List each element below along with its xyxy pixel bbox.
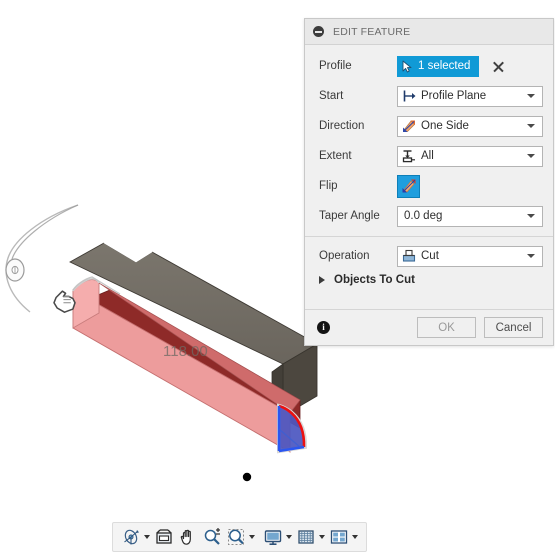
toolbar-pan[interactable] xyxy=(176,525,200,549)
cancel-button[interactable]: Cancel xyxy=(484,317,543,338)
navigation-toolbar[interactable] xyxy=(112,522,367,552)
flip-arrows-icon xyxy=(402,179,415,193)
dialog-body: Profile 1 selected Start Profile Plane D… xyxy=(305,45,553,309)
info-circle-icon[interactable]: i xyxy=(317,321,330,334)
row-start: Start Profile Plane xyxy=(305,81,553,111)
cut-operation-icon xyxy=(402,249,416,262)
start-value: Profile Plane xyxy=(421,90,487,102)
direction-dropdown[interactable]: One Side xyxy=(397,115,543,137)
chevron-down-icon[interactable] xyxy=(286,535,292,539)
close-x-icon[interactable] xyxy=(492,60,505,73)
flip-toggle-button[interactable] xyxy=(397,174,420,198)
operation-label: Operation xyxy=(319,250,370,262)
row-flip: Flip xyxy=(305,171,553,201)
dialog-title: EDIT FEATURE xyxy=(333,25,411,38)
chevron-down-icon[interactable] xyxy=(249,535,255,539)
toolbar-zoom[interactable] xyxy=(200,525,224,549)
dialog-footer: i OK Cancel xyxy=(305,309,553,345)
direction-value: One Side xyxy=(421,120,469,132)
chevron-down-icon[interactable] xyxy=(527,254,535,258)
taper-angle-input[interactable]: 0.0 deg xyxy=(397,205,543,227)
row-direction: Direction One Side xyxy=(305,111,553,141)
taper-angle-value: 0.0 deg xyxy=(404,210,443,222)
chevron-down-icon[interactable] xyxy=(527,214,535,218)
operation-value: Cut xyxy=(421,250,439,262)
extent-dropdown[interactable]: All xyxy=(397,145,543,167)
chevron-down-icon[interactable] xyxy=(144,535,150,539)
row-taper-angle: Taper Angle 0.0 deg xyxy=(305,201,553,231)
dialog-divider xyxy=(305,236,553,237)
minus-circle-icon[interactable] xyxy=(313,26,324,37)
ok-button[interactable]: OK xyxy=(417,317,476,338)
dialog-header[interactable]: EDIT FEATURE xyxy=(305,19,553,45)
toolbar-zoom-window[interactable] xyxy=(224,525,257,549)
chevron-down-icon[interactable] xyxy=(319,535,325,539)
zoom-window-icon xyxy=(228,529,244,545)
profile-plane-icon xyxy=(403,90,416,102)
start-label: Start xyxy=(319,90,344,102)
one-side-arrow-icon xyxy=(403,120,415,132)
application-window: 118.00 EDIT FEATURE Profile 1 selected S… xyxy=(0,0,555,555)
toolbar-orbit[interactable] xyxy=(119,525,152,549)
triangle-right-icon[interactable] xyxy=(319,276,325,284)
edit-feature-dialog[interactable]: EDIT FEATURE Profile 1 selected Start Pr… xyxy=(304,18,554,346)
look-at-icon xyxy=(156,529,172,544)
chevron-down-icon[interactable] xyxy=(352,535,358,539)
extent-label: Extent xyxy=(319,150,352,162)
toolbar-display-settings[interactable] xyxy=(261,525,294,549)
toolbar-look-at[interactable] xyxy=(152,525,176,549)
zoom-plusminus-icon xyxy=(204,528,220,545)
row-extent: Extent All xyxy=(305,141,553,171)
taper-angle-label: Taper Angle xyxy=(319,210,380,222)
row-profile: Profile 1 selected xyxy=(305,51,553,81)
pan-hand-icon xyxy=(180,529,191,545)
chevron-down-icon[interactable] xyxy=(527,154,535,158)
direction-label: Direction xyxy=(319,120,365,132)
objects-to-cut-label: Objects To Cut xyxy=(334,274,415,286)
cursor-arrow-icon xyxy=(402,60,412,72)
monitor-icon xyxy=(264,530,282,546)
objects-to-cut-section[interactable]: Objects To Cut xyxy=(305,271,553,291)
chevron-down-icon[interactable] xyxy=(527,124,535,128)
toolbar-grid-snaps[interactable] xyxy=(294,525,327,549)
extent-all-icon xyxy=(402,150,415,163)
operation-dropdown[interactable]: Cut xyxy=(397,245,543,267)
profile-selection-button[interactable]: 1 selected xyxy=(397,55,480,77)
extent-value: All xyxy=(421,150,434,162)
row-operation: Operation Cut xyxy=(305,241,553,271)
start-dropdown[interactable]: Profile Plane xyxy=(397,85,543,107)
viewports-icon xyxy=(330,530,348,544)
profile-selection-label: 1 selected xyxy=(418,60,471,72)
chevron-down-icon[interactable] xyxy=(527,94,535,98)
profile-label: Profile xyxy=(319,60,352,72)
grid-icon xyxy=(298,530,314,544)
flip-label: Flip xyxy=(319,180,338,192)
toolbar-viewports[interactable] xyxy=(327,525,360,549)
orbit-icon xyxy=(124,529,139,545)
